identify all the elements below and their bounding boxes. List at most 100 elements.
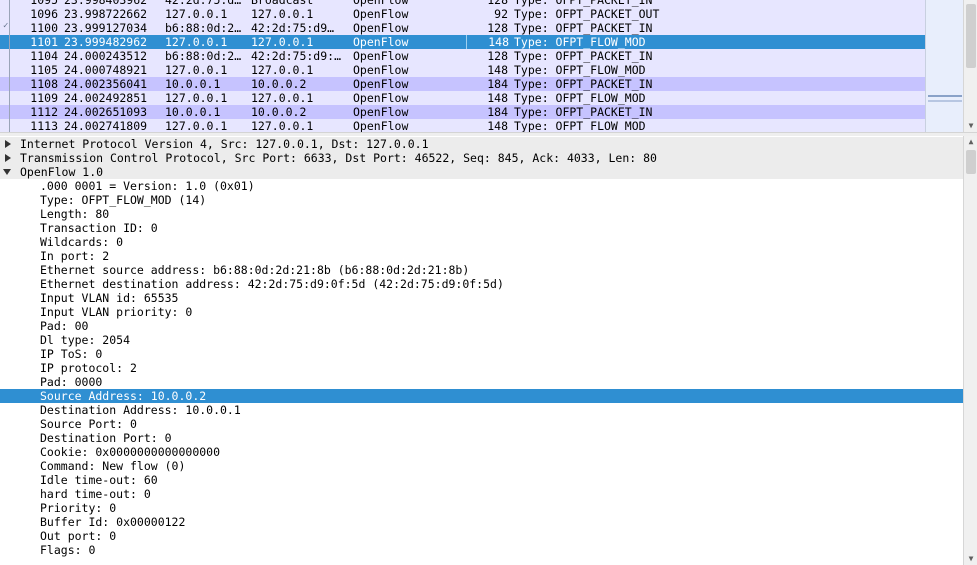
packet-len-cell: 148 [487,63,508,77]
scroll-down-arrow-icon[interactable]: ▼ [964,553,977,565]
tree-field-row[interactable]: .000 0001 = Version: 1.0 (0x01) [0,179,963,193]
tree-item-label: OpenFlow 1.0 [20,165,104,179]
tree-field-row[interactable]: IP protocol: 2 [0,361,963,375]
tree-section-row[interactable]: OpenFlow 1.0 [0,165,963,179]
tree-item-label: Pad: 00 [40,319,89,333]
tree-field-row[interactable]: Destination Port: 0 [0,431,963,445]
packet-info-cell: Type: OFPT_PACKET_IN [514,21,653,35]
packet-dst-cell: 127.0.0.1 [251,91,314,105]
tree-field-row[interactable]: Idle time-out: 60 [0,473,963,487]
packet-src-cell: 127.0.0.1 [165,7,228,21]
tree-field-row[interactable]: Flags: 0 [0,543,963,557]
packet-details-tree[interactable]: Internet Protocol Version 4, Src: 127.0.… [0,136,963,565]
packet-minimap[interactable] [925,0,964,132]
tree-item-label: Dl type: 2054 [40,333,131,347]
packet-row[interactable]: 1108 24.002356041 10.0.0.1 10.0.0.2 OpenFlow… [0,77,925,91]
tree-field-row[interactable]: Destination Address: 10.0.0.1 [0,403,963,417]
packet-proto-cell: OpenFlow [353,105,409,119]
packet-dst-cell: 127.0.0.1 [251,35,314,49]
scroll-up-arrow-icon[interactable]: ▲ [964,136,977,148]
tree-field-row[interactable]: Command: New flow (0) [0,459,963,473]
tree-field-row[interactable]: Out port: 0 [0,529,963,543]
packet-no-cell: 1096 [30,7,58,21]
packet-no-cell: 1105 [30,63,58,77]
tree-field-row[interactable]: Input VLAN priority: 0 [0,305,963,319]
tree-field-row[interactable]: Pad: 00 [0,319,963,333]
tree-field-row[interactable]: Pad: 0000 [0,375,963,389]
tree-field-row[interactable]: Buffer Id: 0x00000122 [0,515,963,529]
tree-field-row[interactable]: IP ToS: 0 [0,347,963,361]
packet-src-cell: 42:2d:75:d… [165,0,242,7]
packet-list-scroll-thumb[interactable] [966,4,976,68]
tree-item-label: Source Port: 0 [40,417,137,431]
tree-field-row[interactable]: Ethernet destination address: 42:2d:75:d… [0,277,963,291]
packet-row[interactable]: 1100 23.999127034 b6:88:0d:2… 42:2d:75:d9… O… [0,21,925,35]
packet-time-cell: 23.998403962 [64,0,148,7]
packet-row[interactable]: 1095 23.998403962 42:2d:75:d… Broadcast Open… [0,0,925,7]
packet-len-cell: 184 [487,105,508,119]
packet-src-cell: b6:88:0d:2… [165,49,242,63]
packet-info-cell: Type: OFPT_PACKET_IN [514,105,653,119]
tree-item-label: Wildcards: 0 [40,235,124,249]
packet-row[interactable]: 1109 24.002492851 127.0.0.1 127.0.0.1 OpenFl… [0,91,925,105]
packet-proto-cell: OpenFlow [353,119,409,132]
tree-field-row[interactable]: hard time-out: 0 [0,487,963,501]
tree-item-label: Pad: 0000 [40,375,103,389]
tree-item-label: Buffer Id: 0x00000122 [40,515,186,529]
tree-item-label: Ethernet source address: b6:88:0d:2d:21:… [40,263,470,277]
packet-len-cell: 128 [487,0,508,7]
tree-field-row[interactable]: Transaction ID: 0 [0,221,963,235]
packet-row[interactable]: 1101 23.999482962 127.0.0.1 127.0.0.1 OpenFl… [0,35,925,49]
packet-list[interactable]: 1095 23.998403962 42:2d:75:d… Broadcast Open… [0,0,977,132]
packet-len-cell: 128 [487,21,508,35]
tree-field-row[interactable]: Wildcards: 0 [0,235,963,249]
tree-field-row[interactable]: Priority: 0 [0,501,963,515]
packet-proto-cell: OpenFlow [353,77,409,91]
minimap-selection-marker [928,95,962,97]
packet-row[interactable]: 1104 24.000243512 b6:88:0d:2… 42:2d:75:d9:…… [0,49,925,63]
tree-field-row[interactable]: Source Address: 10.0.0.2 [0,389,963,403]
tree-item-label: Cookie: 0x0000000000000000 [40,445,221,459]
packet-len-cell: 148 [487,119,508,132]
chevron-down-icon[interactable] [3,165,13,179]
packet-row[interactable]: 1105 24.000748921 127.0.0.1 127.0.0.1 OpenFl… [0,63,925,77]
tree-field-row[interactable]: Input VLAN id: 65535 [0,291,963,305]
chevron-right-icon[interactable] [3,151,13,165]
packet-info-cell: Type: OFPT_FLOW_MOD [514,91,646,105]
packet-row[interactable]: 1112 24.002651093 10.0.0.1 10.0.0.2 OpenFlow… [0,105,925,119]
tree-section-row[interactable]: Internet Protocol Version 4, Src: 127.0.… [0,137,963,151]
packet-row[interactable]: 1113 24.002741809 127.0.0.1 127.0.0.1 OpenFl… [0,119,925,132]
tree-item-label: In port: 2 [40,249,110,263]
scroll-down-arrow-icon[interactable]: ▼ [964,120,977,132]
packet-len-cell: 148 [466,35,509,49]
packet-proto-cell: OpenFlow [353,91,409,105]
tree-field-row[interactable]: Length: 80 [0,207,963,221]
packet-details-scroll-thumb[interactable] [966,150,976,174]
packet-no-cell: 1109 [30,91,58,105]
packet-list-scrollbar[interactable]: ▼ [963,0,977,132]
packet-time-cell: 24.002741809 [64,119,148,132]
tree-field-row[interactable]: Ethernet source address: b6:88:0d:2d:21:… [0,263,963,277]
tree-item-label: .000 0001 = Version: 1.0 (0x01) [40,179,255,193]
packet-len-cell: 128 [487,49,508,63]
chevron-right-icon[interactable] [3,137,13,151]
packet-proto-cell: OpenFlow [353,49,409,63]
packet-no-cell: 1100 [30,21,58,35]
tree-item-label: hard time-out: 0 [40,487,151,501]
tree-item-label: Destination Port: 0 [40,431,172,445]
tree-field-row[interactable]: Source Port: 0 [0,417,963,431]
packet-row[interactable]: 1096 23.998722662 127.0.0.1 127.0.0.1 OpenFl… [0,7,925,21]
tree-field-row[interactable]: Type: OFPT_FLOW_MOD (14) [0,193,963,207]
packet-time-cell: 23.999127034 [64,21,148,35]
tree-item-label: Input VLAN priority: 0 [40,305,193,319]
packet-src-cell: 10.0.0.1 [165,105,221,119]
tree-field-row[interactable]: Cookie: 0x0000000000000000 [0,445,963,459]
tree-field-row[interactable]: In port: 2 [0,249,963,263]
tree-item-label: Type: OFPT_FLOW_MOD (14) [40,193,207,207]
tree-field-row[interactable]: Dl type: 2054 [0,333,963,347]
tree-item-label: Idle time-out: 60 [40,473,158,487]
packet-details-scrollbar[interactable]: ▲ ▼ [963,136,977,565]
tree-section-row[interactable]: Transmission Control Protocol, Src Port:… [0,151,963,165]
tree-item-label: Destination Address: 10.0.0.1 [40,403,241,417]
packet-len-cell: 184 [487,77,508,91]
